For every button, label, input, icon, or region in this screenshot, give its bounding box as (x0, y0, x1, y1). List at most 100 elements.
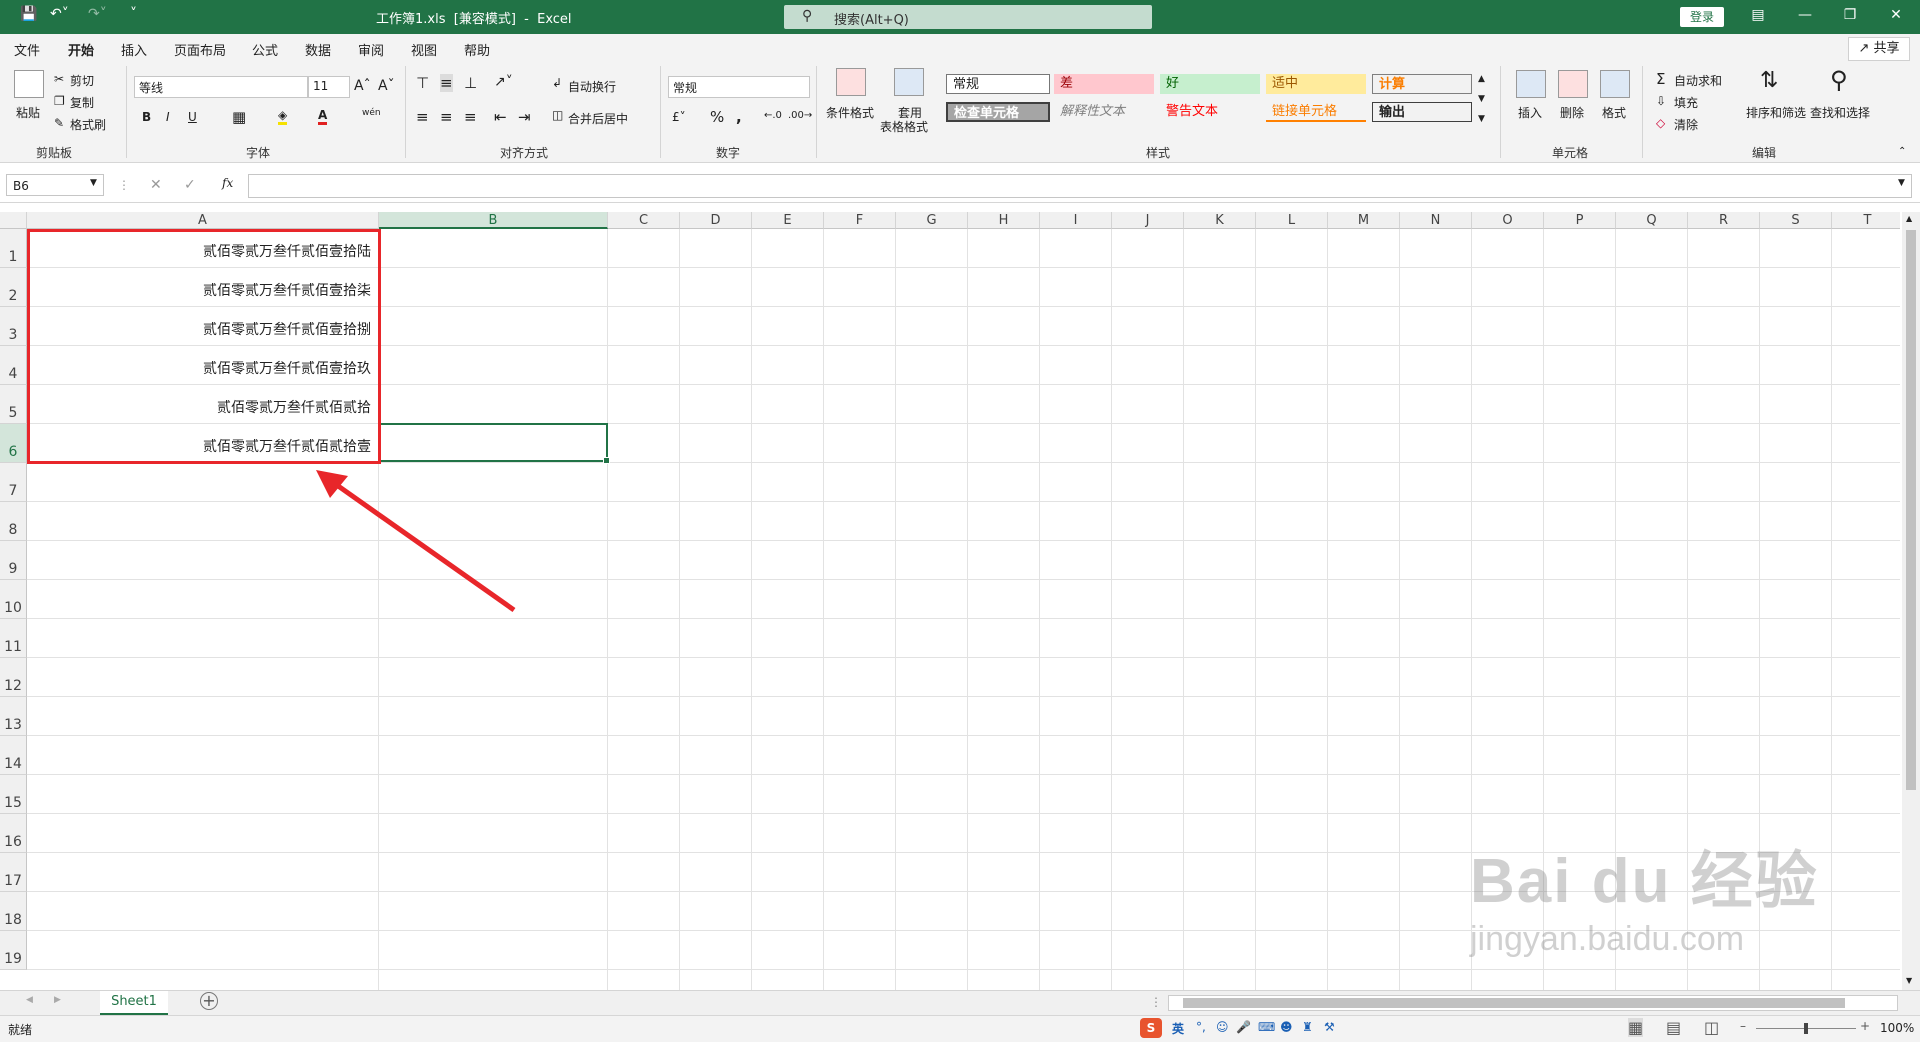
delete-cells-icon[interactable] (1558, 70, 1588, 98)
paste-icon[interactable] (14, 70, 44, 98)
zoom-in-icon[interactable]: + (1860, 1019, 1870, 1033)
ime-keyboard-icon[interactable]: ⌨ (1258, 1020, 1275, 1034)
zoom-out-icon[interactable]: – (1740, 1019, 1746, 1033)
column-header[interactable]: T (1832, 212, 1900, 229)
wrap-text-icon[interactable]: ↲ (552, 76, 562, 90)
table-format-button-line2[interactable]: 表格格式 (880, 118, 928, 135)
font-color-icon[interactable]: A (318, 108, 328, 125)
ribbon-display-icon[interactable]: ▤ (1748, 7, 1768, 23)
column-header[interactable]: N (1400, 212, 1472, 229)
decrease-indent-icon[interactable]: ⇤ (494, 108, 507, 126)
style-bad[interactable]: 差 (1054, 74, 1154, 94)
collapse-ribbon-icon[interactable]: ⌃ (1898, 146, 1906, 157)
percent-icon[interactable]: % (710, 108, 724, 126)
zoom-slider-thumb[interactable] (1804, 1023, 1808, 1034)
cut-button[interactable]: 剪切 (70, 72, 94, 89)
row-header[interactable]: 15 (0, 775, 27, 814)
conditional-format-button[interactable]: 条件格式 (826, 104, 874, 121)
column-header[interactable]: H (968, 212, 1040, 229)
align-center-icon[interactable]: ≡ (440, 108, 453, 126)
next-sheet-icon[interactable]: ▶ (54, 995, 61, 1005)
bold-icon[interactable]: B (142, 110, 151, 124)
column-header[interactable]: R (1688, 212, 1760, 229)
login-button[interactable]: 登录 (1680, 7, 1724, 27)
number-format-select[interactable]: 常规 (668, 76, 810, 98)
tab-data[interactable]: 数据 (305, 40, 331, 59)
row-header[interactable]: 11 (0, 619, 27, 658)
column-header[interactable]: Q (1616, 212, 1688, 229)
merge-center-icon[interactable]: ◫ (552, 108, 563, 122)
select-all-corner[interactable] (0, 212, 27, 229)
column-header[interactable]: A (27, 212, 379, 229)
insert-cells-icon[interactable] (1516, 70, 1546, 98)
style-normal[interactable]: 常规 (946, 74, 1050, 94)
column-header[interactable]: B (379, 212, 608, 229)
wrap-text-button[interactable]: 自动换行 (568, 78, 616, 95)
paste-button[interactable]: 粘贴 (16, 104, 40, 121)
column-header[interactable]: D (680, 212, 752, 229)
autosum-button[interactable]: 自动求和 (1674, 72, 1722, 89)
minimize-icon[interactable]: — (1795, 7, 1815, 23)
sort-filter-button[interactable]: 排序和筛选 (1746, 104, 1806, 121)
style-explanatory[interactable]: 解释性文本 (1054, 102, 1154, 122)
zoom-slider[interactable] (1756, 1023, 1856, 1034)
styles-scroll-up-icon[interactable]: ▲ (1478, 74, 1485, 84)
redo-icon[interactable]: ↷˅ (88, 6, 107, 22)
style-linked-cell[interactable]: 链接单元格 (1266, 102, 1366, 122)
vertical-scrollbar[interactable]: ▲ ▼ (1902, 212, 1920, 990)
autosum-icon[interactable]: Σ (1656, 70, 1665, 88)
close-icon[interactable]: ✕ (1886, 7, 1906, 23)
normal-view-icon[interactable]: ▦ (1628, 1018, 1644, 1037)
fill-color-icon[interactable]: ◈ (278, 108, 288, 125)
save-icon[interactable]: 💾 (20, 6, 37, 22)
align-left-icon[interactable]: ≡ (416, 108, 429, 126)
ime-tools-icon[interactable]: ⚒ (1324, 1020, 1335, 1034)
font-name-select[interactable]: 等线 (134, 76, 308, 98)
tab-insert[interactable]: 插入 (121, 40, 147, 59)
active-cell-b6[interactable] (379, 423, 610, 464)
ime-user-icon[interactable]: ☻ (1280, 1020, 1293, 1034)
row-header[interactable]: 13 (0, 697, 27, 736)
fill-icon[interactable]: ⇩ (1656, 94, 1666, 108)
enter-icon[interactable]: ✓ (184, 177, 196, 193)
copy-button[interactable]: 复制 (70, 94, 94, 111)
page-layout-view-icon[interactable]: ▤ (1666, 1018, 1681, 1037)
tab-formulas[interactable]: 公式 (252, 40, 278, 59)
scroll-up-icon[interactable]: ▲ (1906, 214, 1912, 223)
fill-button[interactable]: 填充 (1674, 94, 1698, 111)
column-header[interactable]: E (752, 212, 824, 229)
ime-emoji-icon[interactable]: ☺ (1216, 1020, 1229, 1034)
increase-indent-icon[interactable]: ⇥ (518, 108, 531, 126)
clear-button[interactable]: 清除 (1674, 116, 1698, 133)
row-header[interactable]: 18 (0, 892, 27, 931)
row-header[interactable]: 5 (0, 385, 27, 424)
cut-icon[interactable]: ✂ (54, 72, 64, 86)
horizontal-scrollbar[interactable] (1168, 995, 1898, 1011)
format-painter-button[interactable]: 格式刷 (70, 116, 106, 133)
column-header[interactable]: I (1040, 212, 1112, 229)
conditional-format-icon[interactable] (836, 68, 866, 96)
column-header[interactable]: K (1184, 212, 1256, 229)
row-header[interactable]: 4 (0, 346, 27, 385)
vertical-scroll-thumb[interactable] (1906, 230, 1916, 790)
sort-filter-icon[interactable]: ⇅ (1760, 68, 1778, 93)
ime-voice-icon[interactable]: 🎤 (1236, 1020, 1251, 1034)
column-header[interactable]: F (824, 212, 896, 229)
row-header[interactable]: 14 (0, 736, 27, 775)
italic-icon[interactable]: I (166, 110, 170, 124)
font-size-select[interactable]: 11 (308, 76, 350, 98)
formula-input[interactable] (248, 174, 1912, 198)
tab-review[interactable]: 审阅 (358, 40, 384, 59)
underline-icon[interactable]: U (188, 110, 197, 124)
tab-file[interactable]: 文件 (14, 40, 40, 59)
currency-icon[interactable]: £˅ (672, 110, 686, 124)
row-header[interactable]: 17 (0, 853, 27, 892)
column-header[interactable]: O (1472, 212, 1544, 229)
clear-icon[interactable]: ◇ (1656, 116, 1665, 130)
find-select-icon[interactable]: ⚲ (1830, 66, 1848, 94)
column-header[interactable]: G (896, 212, 968, 229)
style-check-cell[interactable]: 检查单元格 (946, 102, 1050, 122)
cancel-icon[interactable]: ✕ (150, 177, 162, 193)
align-middle-icon[interactable]: ≡ (440, 74, 453, 92)
ime-skin-icon[interactable]: ♜ (1302, 1020, 1313, 1034)
